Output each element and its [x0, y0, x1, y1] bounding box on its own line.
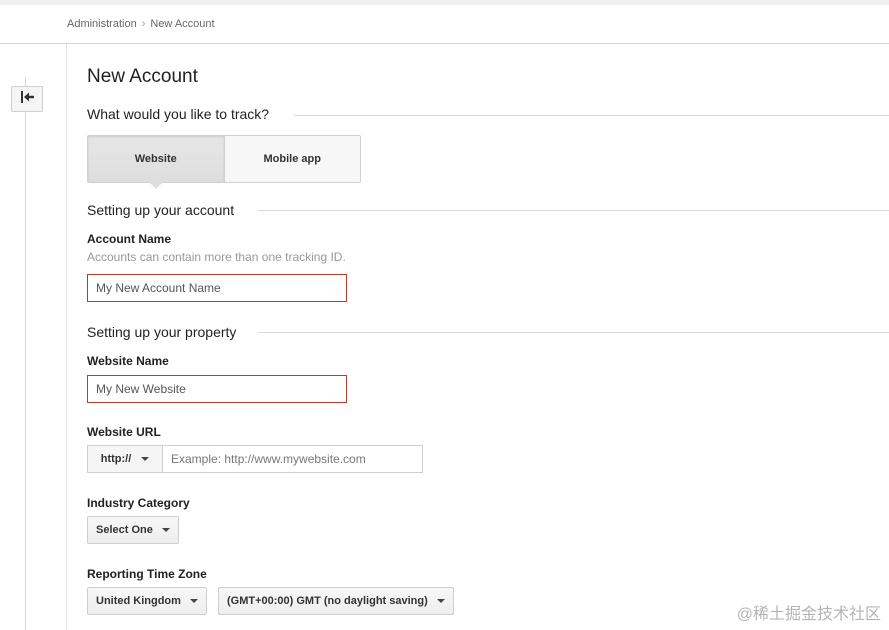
left-rail: [25, 78, 26, 630]
timezone-select[interactable]: (GMT+00:00) GMT (no daylight saving): [218, 587, 454, 615]
account-heading-rule: [258, 210, 889, 211]
breadcrumb-separator: ›: [141, 18, 146, 30]
page-title: New Account: [87, 66, 198, 87]
breadcrumb: Administration › New Account: [67, 18, 215, 30]
track-heading-rule: [294, 115, 889, 116]
industry-label: Industry Category: [87, 496, 190, 510]
industry-select[interactable]: Select One: [87, 516, 179, 544]
top-strip: [0, 0, 889, 5]
caret-down-icon: [141, 457, 150, 461]
breadcrumb-admin[interactable]: Administration: [67, 18, 137, 30]
website-url-input[interactable]: [163, 445, 423, 473]
protocol-value: http://: [100, 453, 132, 465]
breadcrumb-current: New Account: [150, 18, 215, 30]
account-name-input[interactable]: [87, 274, 347, 302]
caret-down-icon: [161, 528, 170, 532]
property-heading-rule: [258, 332, 889, 333]
timezone-label: Reporting Time Zone: [87, 567, 207, 581]
selected-option-pointer: [149, 182, 163, 189]
account-heading: Setting up your account: [87, 202, 235, 218]
track-heading: What would you like to track?: [87, 106, 270, 122]
mobile-app-option[interactable]: Mobile app: [223, 136, 360, 182]
property-heading: Setting up your property: [87, 324, 237, 340]
website-option[interactable]: Website: [88, 136, 224, 182]
website-name-input[interactable]: [87, 375, 347, 403]
website-url-group: http://: [87, 445, 423, 473]
account-name-label: Account Name: [87, 232, 172, 246]
website-name-label: Website Name: [87, 354, 169, 368]
header-divider: [0, 43, 889, 44]
timezone-value: (GMT+00:00) GMT (no daylight saving): [227, 595, 428, 607]
country-select[interactable]: United Kingdom: [87, 587, 207, 615]
watermark: @稀土掘金技术社区: [736, 606, 881, 623]
protocol-select[interactable]: http://: [87, 445, 163, 473]
industry-value: Select One: [96, 524, 153, 536]
back-button[interactable]: [11, 86, 43, 112]
caret-down-icon: [189, 599, 198, 603]
caret-down-icon: [436, 599, 445, 603]
back-arrow-icon: [19, 90, 35, 108]
country-value: United Kingdom: [96, 595, 181, 607]
account-name-hint: Accounts can contain more than one track…: [87, 250, 346, 264]
content-divider: [66, 44, 67, 630]
website-url-label: Website URL: [87, 425, 161, 439]
track-type-toggle: Website Mobile app: [87, 135, 361, 183]
